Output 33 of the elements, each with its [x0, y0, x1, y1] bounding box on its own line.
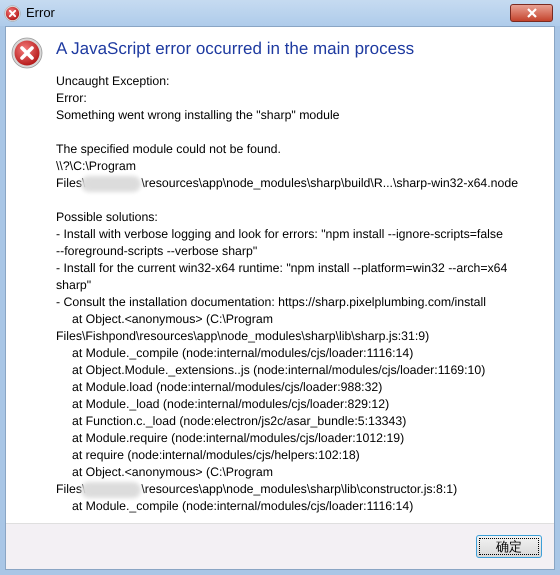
message-line: Files\Fishpond\resources\app\node_modules\sharp\lib\sharp.js:31:9) — [56, 328, 430, 345]
stack-line: at Object.<anonymous> (C:\Program — [71, 311, 273, 328]
message-line: - Consult the installation documentation: https://sharp.pixelplumbing.com/install — [56, 294, 486, 311]
message-line: Possible solutions: — [56, 209, 158, 226]
stack-line: at require (node:internal/modules/cjs/helpers:102:18) — [71, 447, 360, 464]
ok-button[interactable]: 确定 — [476, 535, 542, 558]
message-line: - Install for the current win32-x64 runtime: "npm install --platform=win32 --arch=x64 — [56, 260, 508, 277]
message-text: \resources\app\node_modules\sharp\build\R...\sharp-win32-x64.node — [141, 175, 518, 192]
message-line: \\?\C:\Program — [56, 158, 136, 175]
close-icon — [526, 8, 538, 18]
stack-line: at Module.require (node:internal/modules/cjs/loader:1012:19) — [71, 430, 404, 447]
message-text: Files\ — [56, 175, 86, 192]
message-line: sharp" — [56, 277, 92, 294]
message-line: Error: — [56, 90, 87, 107]
stack-line: at Module._load (node:internal/modules/cjs/loader:829:12) — [71, 396, 390, 413]
window-title: Error — [26, 4, 55, 22]
error-large-icon — [11, 37, 43, 69]
stack-line: at Object.<anonymous> (C:\Program — [71, 464, 273, 481]
close-button[interactable] — [510, 4, 553, 22]
message-line: The specified module could not be found. — [56, 141, 281, 158]
message-text: Files\ — [56, 481, 86, 498]
message-text: \resources\app\node_modules\sharp\lib\constructor.js:8:1) — [141, 481, 458, 498]
dialog-heading: A JavaScript error occurred in the main process — [56, 38, 416, 60]
stack-line: at Module._compile (node:internal/modules/cjs/loader:1116:14) — [71, 345, 414, 362]
message-line: --foreground-scripts --verbose sharp" — [56, 243, 258, 260]
message-line: Uncaught Exception: — [56, 73, 170, 90]
stack-line: at Module._compile (node:internal/modules/cjs/loader:1116:14) — [71, 498, 414, 515]
error-icon — [4, 4, 21, 22]
message-line: - Install with verbose logging and look for errors: "npm install --ignore-scripts=false — [56, 226, 503, 243]
stack-line: at Module.load (node:internal/modules/cjs/loader:988:32) — [71, 379, 382, 396]
message-line: Something went wrong installing the "sharp" module — [56, 107, 340, 124]
stack-line: at Object.Module._extensions..js (node:internal/modules/cjs/loader:1169:10) — [71, 362, 486, 379]
stack-line: at Function.c._load (node:electron/js2c/asar_bundle:5:13343) — [71, 413, 406, 430]
